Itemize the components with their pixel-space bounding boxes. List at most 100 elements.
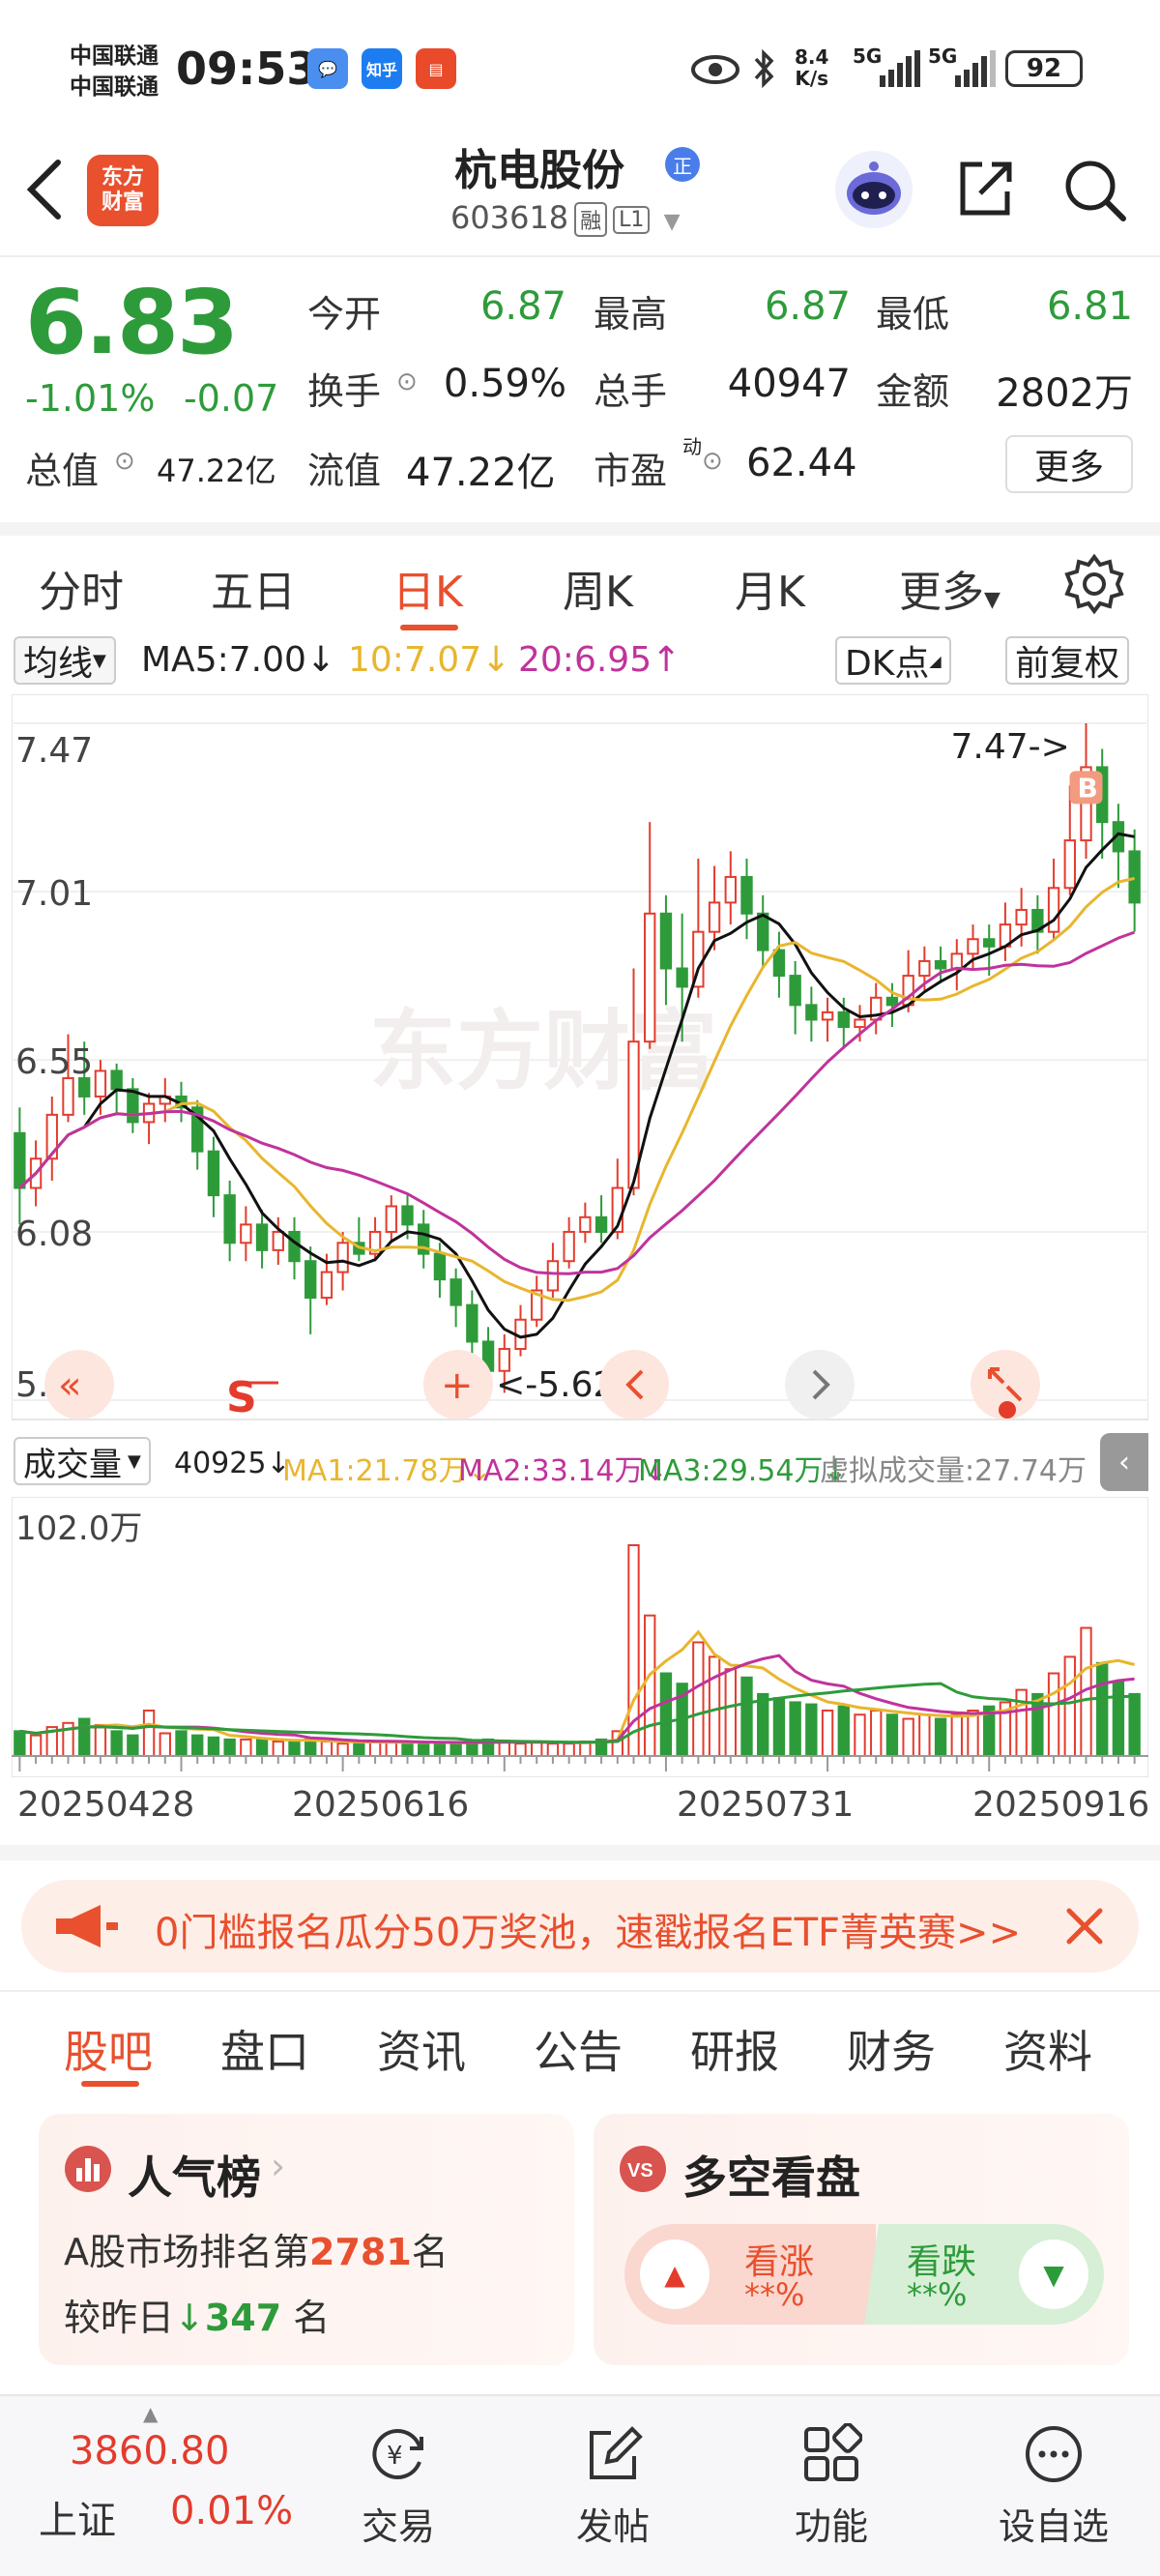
nav-trade-label: 交易 — [361, 2505, 435, 2548]
more-button[interactable]: 更多 — [1005, 435, 1133, 493]
back-arrow-icon[interactable] — [21, 157, 68, 222]
trade-icon: ¥ — [372, 2429, 423, 2479]
rank-line: A股市场排名第2781名 — [64, 2222, 449, 2275]
volume-indicator-dropdown[interactable]: 成交量 ▼ — [14, 1437, 151, 1485]
kline-chart[interactable]: 东方财富 7.477.016.556.085.62 7.47-> <-5.62 … — [12, 694, 1148, 1429]
nav-trade[interactable]: ¥ 交易 — [321, 2396, 476, 2550]
tab-more-periods[interactable]: 更多▼ — [899, 557, 1000, 619]
volume-bar — [659, 1672, 673, 1758]
bear-button[interactable]: 看跌 **% ▼ — [864, 2224, 1104, 2325]
high-label: 最高 — [594, 293, 668, 336]
indicator-dropdown[interactable]: 均线 ▼ — [14, 636, 116, 685]
mktcap-value: 47.22亿 — [157, 453, 276, 489]
stock-name[interactable]: 杭电股份 — [454, 135, 624, 197]
nav-functions[interactable]: 功能 — [754, 2396, 909, 2550]
prev-button[interactable] — [599, 1350, 669, 1420]
volume-bar — [255, 1738, 269, 1758]
volume-bar — [934, 1717, 947, 1758]
share-icon[interactable] — [953, 157, 1017, 220]
volume-bar — [724, 1668, 737, 1757]
high-value: 6.87 — [764, 284, 851, 329]
volume-chart[interactable]: 102.0万 — [12, 1497, 1148, 1777]
nav-post[interactable]: 发帖 — [536, 2396, 690, 2550]
ma5-value: MA5:7.00↓ — [141, 640, 336, 680]
stock-header: 东方 财富 杭电股份 正 603618 融 L1 ▼ — [0, 135, 1160, 257]
rank-prefix: A股市场排名第 — [64, 2231, 309, 2273]
net-speed-value: 8.4 — [795, 45, 829, 69]
info-icon[interactable]: ⊙ — [396, 367, 418, 396]
eastmoney-logo[interactable]: 东方 财富 — [87, 155, 159, 226]
promo-banner[interactable]: 0门槛报名瓜分50万奖池，速戳报名ETF菁英赛>> — [21, 1880, 1139, 1973]
popularity-card[interactable]: 人气榜 › A股市场排名第2781名 较昨日↓347 名 — [39, 2114, 574, 2365]
tab-financials[interactable]: 财务 — [847, 2017, 936, 2081]
date-label-4: 20250916 — [972, 1785, 1150, 1825]
candle-body — [805, 1004, 818, 1021]
search-icon[interactable] — [1061, 157, 1129, 224]
volume-bar — [353, 1742, 365, 1757]
tab-daily-k[interactable]: 日K — [392, 557, 463, 619]
robot-assistant-icon[interactable] — [833, 149, 914, 230]
close-icon[interactable] — [1063, 1905, 1106, 1947]
index-value: 3860.80 — [70, 2429, 230, 2474]
up-triangle-icon: ▲ — [640, 2239, 710, 2309]
caret-down-icon: ▼ — [128, 1450, 141, 1472]
adjust-dropdown[interactable]: 前复权 — [1005, 636, 1130, 685]
rank-value: 2781 — [309, 2231, 412, 2273]
bull-button[interactable]: ▲ 看涨 **% — [624, 2224, 876, 2325]
max-price-label: 7.47-> — [951, 727, 1070, 767]
tab-announcements[interactable]: 公告 — [534, 2017, 623, 2081]
date-label-1: 20250428 — [17, 1785, 195, 1825]
volume-bar — [368, 1741, 382, 1757]
volume-bar — [240, 1738, 252, 1758]
sell-marker-label: S — [226, 1373, 257, 1422]
side-panel-toggle[interactable]: ‹ — [1100, 1433, 1148, 1491]
candle-body — [789, 975, 801, 1007]
compare-prefix: 较昨日 — [64, 2297, 175, 2339]
candle-body — [546, 1260, 560, 1292]
info-icon[interactable]: ⊙ — [114, 447, 135, 476]
compare-value: 347 — [204, 2297, 282, 2339]
carrier-2: 中国联通 — [70, 74, 159, 100]
candle-body — [207, 1150, 220, 1197]
tab-orderbook[interactable]: 盘口 — [220, 2017, 309, 2081]
tab-news[interactable]: 资讯 — [377, 2017, 466, 2081]
stock-code-row[interactable]: 603618 融 L1 ▼ — [450, 199, 681, 237]
y-axis-label: 7.01 — [15, 874, 93, 914]
candle-body — [320, 1271, 334, 1300]
nav-add-watchlist[interactable]: 设自选 — [976, 2396, 1131, 2550]
low-label: 最低 — [876, 293, 950, 336]
min-price-label: <-5.62 — [496, 1365, 615, 1405]
candle-body — [740, 875, 753, 915]
next-button[interactable] — [785, 1350, 855, 1420]
volume-bar — [854, 1713, 866, 1757]
ma20-value: 20:6.95↑ — [518, 640, 682, 680]
candle-body — [110, 1069, 123, 1091]
ma10-value: 10:7.07↓ — [348, 640, 511, 680]
volume-bar — [918, 1713, 931, 1757]
tab-forum[interactable]: 股吧 — [64, 2017, 153, 2081]
svg-text:¥: ¥ — [387, 2442, 403, 2471]
index-ticker[interactable]: ▲ 3860.80 上证 0.01% — [0, 2396, 309, 2576]
tab-weekly-k[interactable]: 周K — [563, 557, 633, 619]
volume-bar — [870, 1709, 883, 1757]
volume-bar — [29, 1734, 43, 1758]
gear-icon[interactable] — [1063, 553, 1125, 615]
candle-body — [724, 875, 737, 904]
tab-five-day[interactable]: 五日 — [211, 557, 296, 619]
dk-point-dropdown[interactable]: DK点 ◢ — [835, 636, 951, 685]
bull-bear-card[interactable]: VS 多空看盘 ▲ 看涨 **% 看跌 **% ▼ — [594, 2114, 1129, 2365]
volume-bar — [14, 1730, 26, 1757]
tab-intraday[interactable]: 分时 — [39, 557, 124, 619]
volume-bar — [127, 1734, 139, 1758]
volume-bar — [320, 1741, 334, 1757]
red-dot-icon — [999, 1401, 1016, 1419]
tab-monthly-k[interactable]: 月K — [735, 557, 805, 619]
tab-research[interactable]: 研报 — [690, 2017, 779, 2081]
info-icon[interactable]: ⊙ — [702, 447, 723, 476]
tab-profile[interactable]: 资料 — [1003, 2017, 1092, 2081]
candle-body — [983, 938, 996, 948]
volume-bar — [1047, 1672, 1060, 1758]
candle-body — [772, 949, 786, 978]
candle-body — [918, 959, 931, 978]
candle-body — [837, 1010, 850, 1029]
